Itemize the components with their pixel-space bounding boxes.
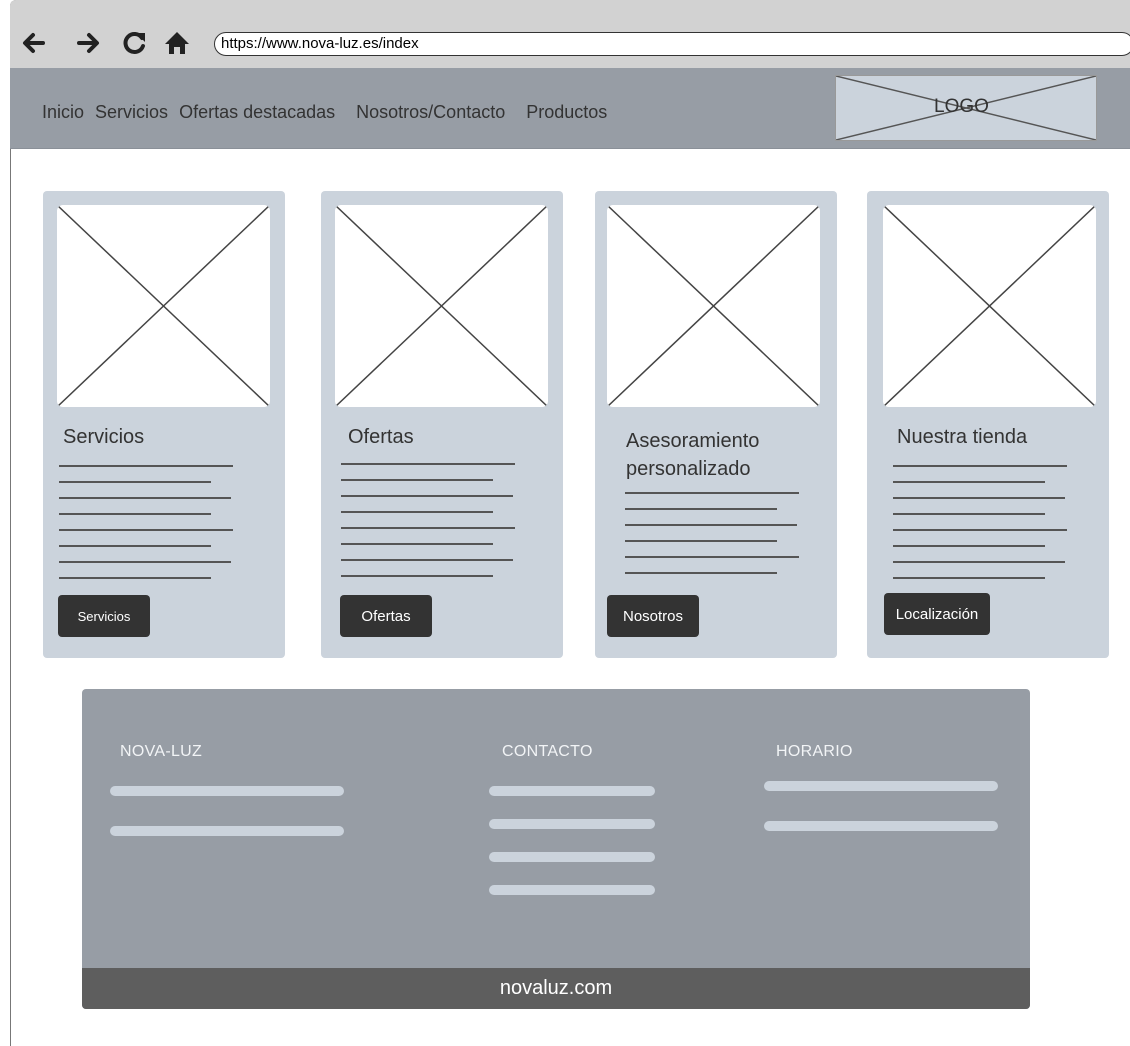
nav-ofertas-destacadas[interactable]: Ofertas destacadas <box>179 102 335 123</box>
nav-productos[interactable]: Productos <box>526 102 607 123</box>
ofertas-button[interactable]: Ofertas <box>340 595 432 637</box>
image-placeholder <box>607 205 820 407</box>
card-title: Ofertas <box>348 426 414 448</box>
footer-heading-brand: NOVA-LUZ <box>120 743 203 760</box>
back-arrow-icon[interactable] <box>18 28 48 58</box>
browser-toolbar: https://www.nova-luz.es/index <box>10 0 1130 68</box>
text-placeholder <box>764 821 998 831</box>
logo-text: LOGO <box>934 96 989 117</box>
text-placeholder <box>489 885 655 895</box>
servicios-button[interactable]: Servicios <box>58 595 150 637</box>
nosotros-button[interactable]: Nosotros <box>607 595 699 637</box>
site-header: Inicio Servicios Ofertas destacadas Noso… <box>10 68 1130 149</box>
nav-servicios[interactable]: Servicios <box>95 102 168 123</box>
text-placeholder-lines <box>625 492 799 588</box>
home-icon[interactable] <box>162 28 192 58</box>
card-nuestra-tienda: Nuestra tienda Localización <box>867 191 1109 658</box>
footer-heading-horario: HORARIO <box>776 743 853 760</box>
url-bar[interactable]: https://www.nova-luz.es/index <box>214 32 1130 56</box>
text-placeholder <box>764 781 998 791</box>
text-placeholder <box>110 826 344 836</box>
footer-domain[interactable]: novaluz.com <box>500 977 612 1000</box>
image-placeholder <box>57 205 270 407</box>
text-placeholder-lines <box>59 465 233 593</box>
localizacion-button[interactable]: Localización <box>884 593 990 635</box>
card-asesoramiento: Asesoramiento personalizado Nosotros <box>595 191 837 658</box>
card-title: Nuestra tienda <box>897 426 1028 448</box>
card-title: Asesoramiento personalizado <box>626 430 760 480</box>
nav-inicio[interactable]: Inicio <box>42 102 84 123</box>
nav-nosotros-contacto[interactable]: Nosotros/Contacto <box>356 102 505 123</box>
card-title: Servicios <box>63 426 145 448</box>
footer-bottom-bar[interactable]: novaluz.com <box>82 968 1030 1009</box>
text-placeholder <box>489 786 655 796</box>
text-placeholder <box>489 819 655 829</box>
text-placeholder <box>489 852 655 862</box>
card-servicios: Servicios Servicios <box>43 191 285 658</box>
reload-icon[interactable] <box>120 28 150 58</box>
text-placeholder <box>110 786 344 796</box>
main-nav: Inicio Servicios Ofertas destacadas Noso… <box>42 102 618 123</box>
logo-placeholder[interactable]: LOGO <box>835 75 1097 141</box>
text-placeholder-lines <box>893 465 1067 593</box>
forward-arrow-icon[interactable] <box>74 28 104 58</box>
text-placeholder-lines <box>341 463 515 591</box>
footer-heading-contacto: CONTACTO <box>502 743 593 760</box>
image-placeholder <box>883 205 1096 407</box>
card-ofertas: Ofertas Ofertas <box>321 191 563 658</box>
image-placeholder <box>335 205 548 407</box>
site-footer: NOVA-LUZ CONTACTO HORARIO novaluz.com <box>82 689 1030 1009</box>
